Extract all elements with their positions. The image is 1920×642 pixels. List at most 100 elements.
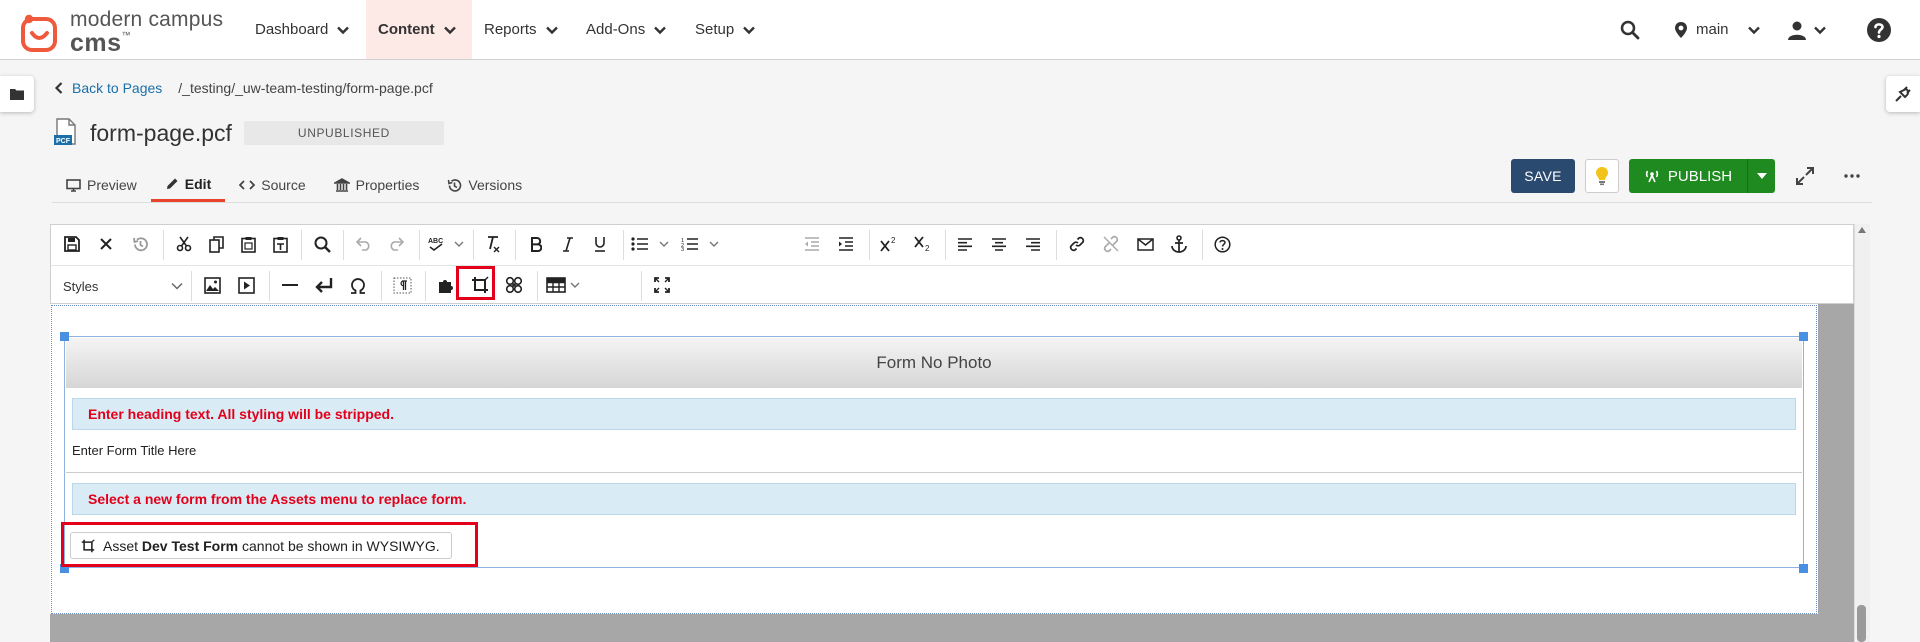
- subscript-button[interactable]: 2: [908, 230, 938, 258]
- toolbar-row-1: ABC 123 2 2: [51, 225, 1853, 263]
- form-widget-title: Form No Photo: [66, 338, 1802, 388]
- outdent-button[interactable]: [797, 230, 827, 258]
- nav-dashboard[interactable]: Dashboard: [243, 0, 362, 59]
- media-play-icon: [237, 276, 255, 294]
- tab-properties[interactable]: Properties: [320, 168, 434, 202]
- editor-help-button[interactable]: [1207, 230, 1237, 258]
- copy-button[interactable]: [201, 230, 231, 258]
- numbered-list-button[interactable]: 123: [679, 230, 725, 258]
- resize-handle[interactable]: [1799, 332, 1808, 341]
- tab-properties-label: Properties: [355, 177, 420, 193]
- floppy-disk-icon: [64, 236, 80, 252]
- indent-button[interactable]: [831, 230, 861, 258]
- superscript-button[interactable]: 2: [874, 230, 904, 258]
- align-center-button[interactable]: [984, 230, 1014, 258]
- logo-line-1: modern campus: [70, 8, 224, 31]
- nav-setup-label: Setup: [695, 21, 735, 38]
- gadgets-sidebar-toggle[interactable]: [1886, 76, 1920, 112]
- tips-button[interactable]: [1585, 159, 1619, 193]
- monitor-icon: [66, 178, 81, 192]
- chevron-down-icon: [171, 282, 183, 290]
- nav-dashboard-label: Dashboard: [255, 21, 329, 38]
- scroll-up-arrow-icon[interactable]: [1858, 227, 1866, 233]
- underline-icon: [595, 237, 605, 252]
- toolbar-separator: [419, 230, 420, 260]
- insert-image-button[interactable]: [197, 271, 227, 299]
- chevron-down-icon: [654, 26, 667, 34]
- undo-button[interactable]: [349, 230, 379, 258]
- form-title-field[interactable]: Enter Form Title Here: [72, 443, 196, 458]
- chevron-down-icon: [545, 26, 558, 34]
- nav-content[interactable]: Content: [366, 0, 472, 59]
- nav-reports[interactable]: Reports: [472, 0, 571, 59]
- align-right-button[interactable]: [1018, 230, 1048, 258]
- breadcrumb-path: /_testing/_uw-team-testing/form-page.pcf: [178, 80, 433, 96]
- align-right-icon: [1026, 237, 1040, 251]
- unlink-button[interactable]: [1096, 230, 1126, 258]
- modern-campus-logo[interactable]: modern campus cms™: [20, 9, 223, 56]
- horizontal-rule-button[interactable]: [275, 271, 305, 299]
- file-navigator-toggle[interactable]: [0, 76, 34, 112]
- maximize-editor-button[interactable]: [647, 271, 677, 299]
- building-icon: [333, 178, 350, 192]
- paste-button[interactable]: [233, 230, 263, 258]
- editor-scrollbar-thumb[interactable]: [1857, 605, 1866, 642]
- nav-add-ons[interactable]: Add-Ons: [574, 0, 679, 59]
- tab-preview[interactable]: Preview: [52, 168, 151, 202]
- wysiwyg-toolbar: ABC 123 2 2 Styles: [50, 224, 1854, 304]
- tab-versions[interactable]: Versions: [433, 168, 536, 202]
- expand-button[interactable]: [1793, 164, 1817, 188]
- fullscreen-icon: [654, 277, 670, 293]
- publish-button[interactable]: PUBLISH: [1629, 159, 1747, 193]
- special-character-button[interactable]: [343, 271, 373, 299]
- tab-edit[interactable]: Edit: [150, 168, 226, 202]
- resize-handle[interactable]: [60, 332, 69, 341]
- redo-button[interactable]: [381, 230, 411, 258]
- publish-options-dropdown[interactable]: [1747, 159, 1775, 193]
- bold-button[interactable]: [521, 230, 551, 258]
- revert-tool-button[interactable]: [125, 230, 155, 258]
- spellcheck-button[interactable]: ABC: [425, 230, 469, 258]
- underline-button[interactable]: [585, 230, 615, 258]
- insert-anchor-button[interactable]: [1164, 230, 1194, 258]
- help-circle-icon: [1213, 235, 1231, 253]
- bulleted-list-button[interactable]: [629, 230, 675, 258]
- insert-media-button[interactable]: [231, 271, 261, 299]
- user-menu[interactable]: [1787, 0, 1827, 59]
- horizontal-rule-icon: [282, 284, 298, 286]
- insert-snippet-button[interactable]: [499, 271, 529, 299]
- find-button[interactable]: [307, 230, 337, 258]
- indent-icon: [839, 237, 853, 251]
- page-title: form-page.pcf: [90, 119, 232, 146]
- scissors-icon: [176, 236, 192, 252]
- search-button[interactable]: [1620, 0, 1640, 59]
- back-to-pages-link[interactable]: Back to Pages: [72, 80, 162, 96]
- chevron-down-icon: [337, 26, 350, 34]
- insert-email-button[interactable]: [1130, 230, 1160, 258]
- save-button[interactable]: SAVE: [1511, 159, 1575, 193]
- line-break-button[interactable]: [309, 271, 339, 299]
- italic-button[interactable]: [553, 230, 583, 258]
- insert-link-button[interactable]: [1062, 230, 1092, 258]
- resize-handle[interactable]: [1799, 564, 1808, 573]
- cancel-tool-button[interactable]: [91, 230, 121, 258]
- cut-button[interactable]: [169, 230, 199, 258]
- remove-format-button[interactable]: [479, 230, 509, 258]
- tab-source[interactable]: Source: [225, 168, 319, 202]
- toolbar-separator: [537, 271, 538, 301]
- paste-text-button[interactable]: [265, 230, 295, 258]
- site-selector[interactable]: main: [1674, 0, 1761, 59]
- link-icon: [1069, 236, 1085, 252]
- styles-dropdown[interactable]: Styles: [59, 272, 187, 300]
- save-tool-button[interactable]: [57, 230, 87, 258]
- editor-scrollbar[interactable]: [1854, 224, 1870, 642]
- more-options-button[interactable]: [1839, 164, 1865, 188]
- toolbar-separator: [301, 230, 302, 260]
- help-button[interactable]: [1866, 0, 1892, 59]
- insert-table-button[interactable]: [543, 271, 589, 299]
- show-blocks-button[interactable]: [387, 271, 417, 299]
- ellipsis-icon: [1844, 174, 1860, 178]
- align-left-button[interactable]: [950, 230, 980, 258]
- nav-setup[interactable]: Setup: [683, 0, 768, 59]
- search-icon: [1620, 20, 1640, 39]
